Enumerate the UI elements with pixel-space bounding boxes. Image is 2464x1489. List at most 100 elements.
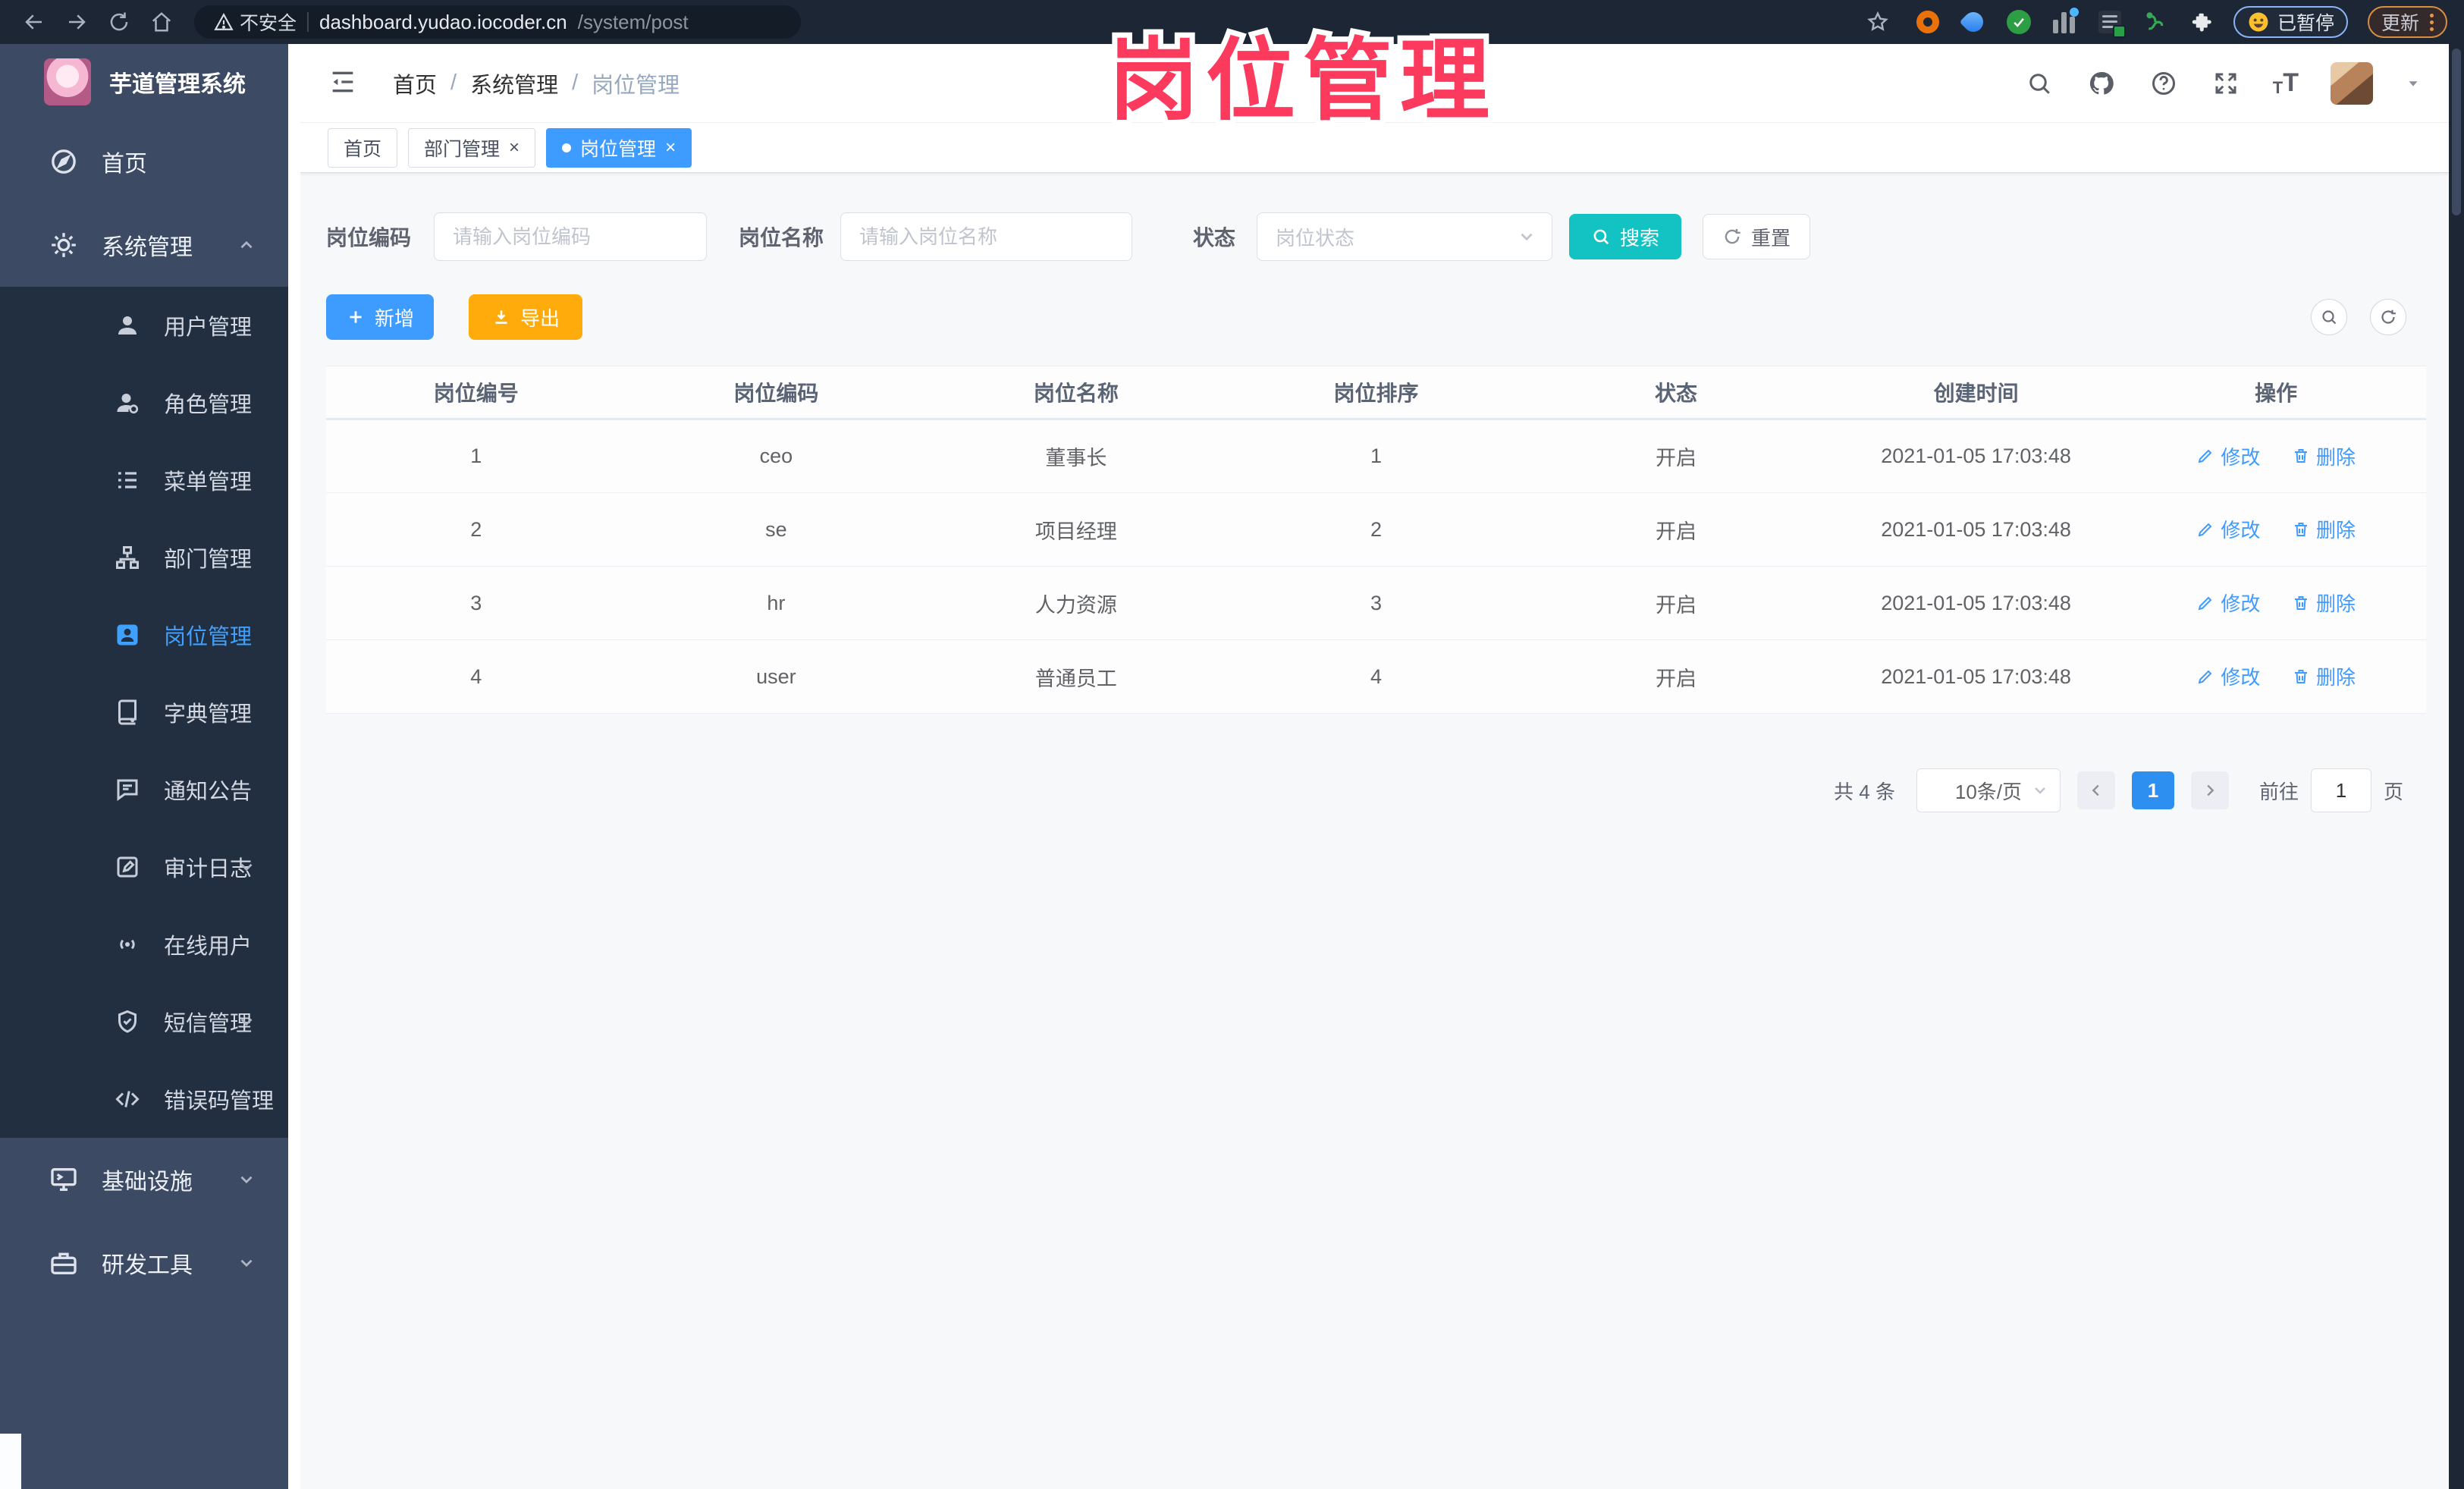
extension-drop-icon[interactable] (1959, 8, 1988, 36)
extension-orange-icon[interactable] (1915, 9, 1941, 35)
sidebar-item-system[interactable]: 系统管理 (0, 203, 288, 287)
table-row: 2 se 项目经理 2 开启 2021-01-05 17:03:48 修改 删除 (326, 492, 2426, 567)
sidebar-item-audit-log[interactable]: 审计日志 (0, 828, 288, 906)
col-post-code: 岗位编码 (626, 366, 927, 420)
edit-link[interactable]: 修改 (2196, 515, 2260, 543)
sidebar-item-notices[interactable]: 通知公告 (0, 751, 288, 828)
extension-vine-icon[interactable] (2142, 9, 2168, 35)
export-button[interactable]: 导出 (469, 294, 582, 340)
top-navbar: 首页 / 系统管理 / 岗位管理 TT (300, 44, 2449, 123)
forward-button[interactable] (59, 5, 94, 39)
close-icon[interactable]: × (665, 138, 676, 157)
fullscreen-icon[interactable] (2211, 68, 2241, 99)
page-unit-label: 页 (2383, 780, 2403, 803)
status-text: 开启 (1526, 492, 1826, 567)
avatar-caret-icon[interactable] (2405, 75, 2422, 92)
page-number-1[interactable]: 1 (2131, 771, 2174, 809)
prev-page-button[interactable] (2076, 771, 2115, 809)
post-code-input[interactable] (453, 225, 689, 249)
add-button[interactable]: 新增 (326, 294, 434, 340)
sidebar-item-users[interactable]: 用户管理 (0, 287, 288, 364)
sidebar-item-dictionary[interactable]: 字典管理 (0, 674, 288, 751)
post-name-input[interactable] (859, 225, 1114, 249)
app-logo-row[interactable]: 芋道管理系统 (0, 44, 288, 120)
sidebar-item-infrastructure[interactable]: 基础设施 (0, 1138, 288, 1221)
sidebar-item-posts[interactable]: 岗位管理 (0, 596, 288, 674)
status-text: 开启 (1526, 639, 1826, 714)
edit-icon (2199, 670, 2212, 684)
delete-link[interactable]: 删除 (2292, 442, 2356, 470)
extension-columns-icon[interactable] (2051, 8, 2079, 35)
tab-departments[interactable]: 部门管理 × (408, 127, 536, 168)
col-status: 状态 (1526, 366, 1826, 420)
search-icon (2322, 310, 2337, 325)
breadcrumb-home[interactable]: 首页 (393, 68, 437, 99)
active-tab-dot (562, 143, 572, 152)
monitor-icon (49, 1164, 79, 1195)
reload-button[interactable] (102, 5, 137, 39)
collapse-sidebar-icon[interactable] (328, 67, 361, 100)
extension-check-icon[interactable] (2006, 9, 2032, 35)
url-host: dashboard.yudao.iocoder.cn (319, 10, 567, 33)
edit-link[interactable]: 修改 (2196, 442, 2260, 470)
trash-icon (2294, 449, 2307, 463)
not-secure-warning[interactable]: 不安全 (214, 8, 297, 36)
sidebar-item-home[interactable]: 首页 (0, 120, 288, 203)
download-icon (495, 310, 507, 324)
edit-icon (2199, 449, 2212, 463)
breadcrumb-system[interactable]: 系统管理 (470, 68, 558, 99)
header-search-icon[interactable] (2024, 68, 2054, 99)
chevron-down-icon (237, 1012, 256, 1032)
sidebar-item-roles[interactable]: 角色管理 (0, 364, 288, 441)
delete-link[interactable]: 删除 (2292, 662, 2356, 690)
help-icon[interactable] (2149, 68, 2179, 99)
trash-icon (2294, 522, 2307, 536)
refresh-icon (2381, 309, 2396, 324)
delete-link[interactable]: 删除 (2292, 589, 2356, 617)
edit-link[interactable]: 修改 (2196, 662, 2260, 690)
sidebar-item-sms[interactable]: 短信管理 (0, 983, 288, 1060)
edit-link[interactable]: 修改 (2196, 589, 2260, 617)
browser-menu-icon[interactable] (2427, 13, 2434, 31)
refresh-icon (1725, 229, 1740, 244)
page-size-select[interactable]: 10条/页 (1916, 768, 2061, 812)
tab-home[interactable]: 首页 (328, 127, 398, 168)
status-select[interactable]: 岗位状态 (1257, 212, 1553, 261)
close-icon[interactable]: × (509, 138, 519, 157)
bookmark-star-icon[interactable] (1860, 5, 1895, 39)
sidebar-item-menus[interactable]: 菜单管理 (0, 441, 288, 519)
divider (307, 12, 309, 32)
sidebar-scrollbar[interactable] (288, 44, 300, 1489)
not-secure-label: 不安全 (240, 13, 297, 34)
status-text: 开启 (1526, 566, 1826, 640)
sidebar-item-error-codes[interactable]: 错误码管理 (0, 1060, 288, 1138)
window-scrollbar[interactable] (2449, 44, 2464, 1489)
refresh-table-button[interactable] (2370, 299, 2406, 335)
browser-update-button[interactable]: 更新 (2367, 6, 2447, 38)
search-button[interactable]: 搜索 (1569, 214, 1682, 259)
sidebar-item-dev-tools[interactable]: 研发工具 (0, 1221, 288, 1305)
goto-label: 前往 (2258, 780, 2299, 803)
chevron-down-icon (237, 1170, 256, 1189)
address-bar[interactable]: 不安全 dashboard.yudao.iocoder.cn/system/po… (194, 5, 801, 39)
back-button[interactable] (17, 5, 52, 39)
reset-button[interactable]: 重置 (1703, 214, 1811, 259)
paused-extension-badge[interactable]: 已暂停 (2233, 6, 2348, 38)
extension-gm-icon[interactable] (2097, 9, 2126, 38)
post-code-label: 岗位编码 (326, 226, 412, 250)
extensions-puzzle-icon[interactable] (2188, 9, 2214, 35)
goto-page-input[interactable] (2310, 768, 2371, 812)
compass-icon (49, 146, 79, 177)
sidebar-item-departments[interactable]: 部门管理 (0, 519, 288, 596)
search-icon (1593, 229, 1609, 245)
next-page-button[interactable] (2190, 771, 2229, 809)
tab-posts[interactable]: 岗位管理 × (546, 127, 692, 168)
home-button[interactable] (144, 5, 179, 39)
toggle-search-button[interactable] (2311, 299, 2347, 335)
font-size-icon[interactable]: TT (2273, 68, 2299, 98)
sidebar-item-online-users[interactable]: 在线用户 (0, 906, 288, 983)
github-icon[interactable] (2086, 68, 2117, 99)
delete-link[interactable]: 删除 (2292, 515, 2356, 543)
user-avatar[interactable] (2331, 61, 2373, 105)
org-tree-icon (114, 544, 141, 571)
